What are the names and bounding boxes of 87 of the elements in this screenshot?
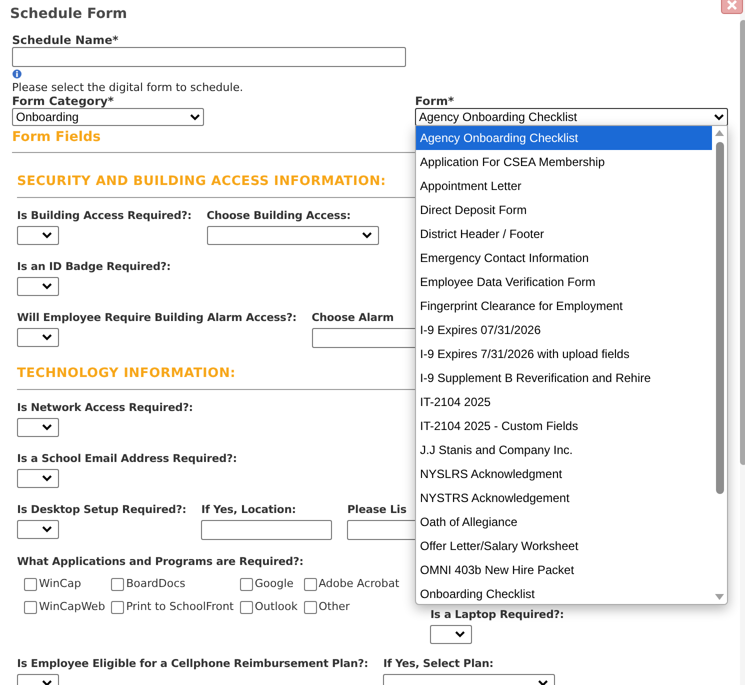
checkbox[interactable]: [304, 601, 317, 614]
dropdown-option[interactable]: Application For CSEA Membership: [416, 150, 712, 174]
caret-icon: [42, 334, 52, 341]
caret-icon: [714, 114, 724, 120]
dropdown-option[interactable]: Onboarding Checklist: [416, 582, 712, 604]
scroll-up-icon[interactable]: [715, 130, 724, 136]
caret-icon: [42, 283, 52, 290]
caret-icon: [455, 631, 466, 638]
dropdown-option[interactable]: OMNI 403b New Hire Packet: [416, 558, 712, 582]
caret-icon: [538, 680, 548, 685]
section-heading: TECHNOLOGY INFORMATION:: [17, 366, 236, 382]
checkbox-option[interactable]: WinCapWeb: [24, 598, 108, 617]
close-button[interactable]: [721, 0, 743, 14]
schedule-name-input[interactable]: [12, 47, 406, 67]
dropdown-option[interactable]: Offer Letter/Salary Worksheet: [416, 534, 712, 558]
dropdown[interactable]: [17, 226, 59, 245]
checkbox[interactable]: [240, 601, 253, 614]
dropdown-option[interactable]: I-9 Expires 07/31/2026: [416, 318, 712, 342]
field-label: Is a Laptop Required?:: [430, 607, 564, 622]
field-label: Schedule Name*: [12, 33, 120, 47]
checkbox[interactable]: [24, 601, 37, 614]
checkbox-option[interactable]: Adobe Acrobat: [304, 575, 402, 594]
dropdown-option[interactable]: NYSLRS Acknowledgment: [416, 462, 712, 486]
dropdown-option[interactable]: IT-2104 2025: [416, 390, 712, 414]
text-input[interactable]: [201, 520, 332, 540]
section-heading: SECURITY AND BUILDING ACCESS INFORMATION:: [17, 174, 386, 190]
close-icon: [727, 0, 737, 10]
checkbox[interactable]: [24, 578, 37, 591]
field-label: Is Network Access Required?:: [17, 400, 193, 415]
scroll-down-icon[interactable]: [715, 594, 724, 600]
dropdown-option[interactable]: Oath of Allegiance: [416, 510, 712, 534]
dropdown-option[interactable]: NYSTRS Acknowledgement: [416, 486, 712, 510]
checkbox[interactable]: [304, 578, 317, 591]
caret-icon: [42, 475, 52, 482]
dropdown[interactable]: [17, 328, 59, 347]
dialog-title: Schedule Form: [10, 5, 128, 23]
dropdown[interactable]: [17, 469, 59, 488]
field-label: What Applications and Programs are Required?:: [17, 554, 304, 569]
dropdown-option[interactable]: IT-2104 2025 - Custom Fields: [416, 414, 712, 438]
caret-icon: [362, 232, 372, 239]
form-fields-heading: Form Fields: [12, 128, 101, 146]
checkbox-option[interactable]: Print to SchoolFront: [111, 598, 236, 617]
dropdown-option[interactable]: Appointment Letter: [416, 174, 712, 198]
dropdown[interactable]: [17, 418, 59, 437]
field-label: Is a School Email Address Required?:: [17, 451, 237, 466]
field-label: Form Category*: [12, 95, 115, 108]
scrollbar[interactable]: [712, 126, 727, 604]
dropdown-option[interactable]: J.J Stanis and Company Inc.: [416, 438, 712, 462]
field-label: Please Lis: [347, 502, 407, 517]
dropdown-option[interactable]: Emergency Contact Information: [416, 246, 712, 270]
checkbox-option[interactable]: WinCap: [24, 575, 108, 594]
caret-icon: [42, 526, 52, 533]
field-label: Is Building Access Required?:: [17, 208, 192, 223]
checkbox-option[interactable]: Other: [304, 598, 402, 617]
dropdown-option[interactable]: Employee Data Verification Form: [416, 270, 712, 294]
field-label: Form*: [415, 95, 455, 108]
dropdown-option[interactable]: I-9 Expires 7/31/2026 with upload fields: [416, 342, 712, 366]
field-label: Is an ID Badge Required?:: [17, 259, 171, 274]
hint-text: Please select the digital form to schedule.: [12, 81, 244, 95]
caret-icon: [42, 680, 52, 685]
category-dropdown[interactable]: Onboarding: [12, 108, 204, 126]
field-label: Is Desktop Setup Required?:: [17, 502, 186, 517]
field-label: Choose Building Access:: [206, 208, 351, 223]
dropdown-option[interactable]: Fingerprint Clearance for Employment: [416, 294, 712, 318]
checkbox[interactable]: [111, 578, 124, 591]
caret-icon: [190, 114, 200, 120]
checkbox-option[interactable]: BoardDocs: [111, 575, 236, 594]
field-label: Choose Alarm: [312, 310, 394, 325]
checkbox-option[interactable]: Outlook: [240, 598, 300, 617]
dropdown-option[interactable]: District Header / Footer: [416, 222, 712, 246]
checkbox-option[interactable]: Google: [240, 575, 300, 594]
caret-icon: [42, 232, 52, 239]
field-label: Will Employee Require Building Alarm Access?:: [17, 310, 297, 325]
dropdown-option[interactable]: I-9 Supplement B Reverification and Rehire: [416, 366, 712, 390]
checkbox[interactable]: [240, 578, 253, 591]
info-icon: [12, 69, 22, 79]
dropdown[interactable]: [430, 625, 472, 644]
caret-icon: [42, 424, 52, 431]
dropdown[interactable]: [17, 277, 59, 296]
dropdown-option[interactable]: Direct Deposit Form: [416, 198, 712, 222]
field-label: If Yes, Select Plan:: [383, 656, 494, 671]
dropdown[interactable]: [17, 520, 59, 539]
page-scrollbar[interactable]: [740, 0, 745, 685]
dropdown-option[interactable]: Agency Onboarding Checklist: [416, 126, 712, 150]
field-label: If Yes, Location:: [201, 502, 296, 517]
checkbox[interactable]: [111, 601, 124, 614]
field-label: Is Employee Eligible for a Cellphone Reimbursement Plan?:: [17, 656, 368, 671]
